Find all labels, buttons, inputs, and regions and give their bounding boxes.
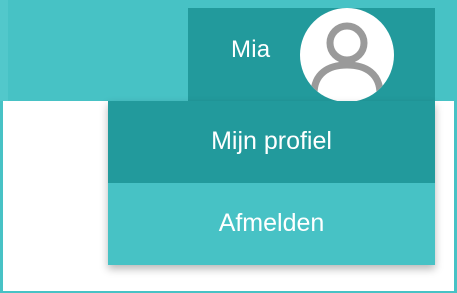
menu-item-my-profile[interactable]: Mijn profiel: [108, 101, 435, 183]
menu-item-logout[interactable]: Afmelden: [108, 183, 435, 265]
menu-item-label: Afmelden: [218, 208, 325, 237]
user-name: Mia: [231, 36, 271, 63]
top-bar: Mia: [0, 0, 457, 102]
top-bar-edge: [0, 0, 8, 101]
user-menu-toggle[interactable]: Mia: [188, 8, 435, 102]
avatar-silhouette-icon: [310, 22, 384, 98]
menu-item-label: Mijn profiel: [211, 126, 332, 155]
user-avatar-icon[interactable]: [300, 8, 394, 102]
user-dropdown-menu: Mijn profiel Afmelden: [108, 101, 435, 265]
